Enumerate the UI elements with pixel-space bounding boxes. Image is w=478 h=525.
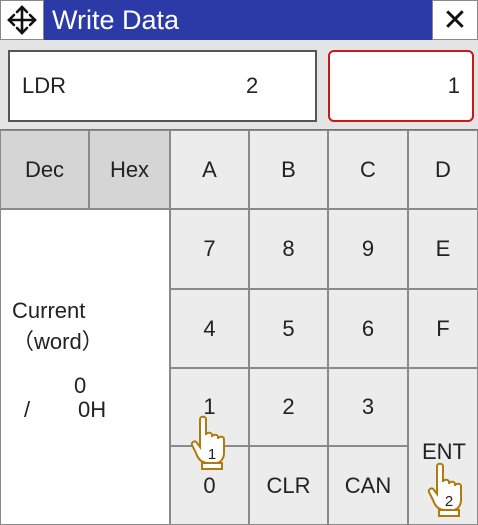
current-value: 0 xyxy=(74,373,87,398)
pointing-hand-icon: 1 xyxy=(190,415,225,470)
key-5[interactable]: 5 xyxy=(249,289,328,368)
pointing-hand-callout-1: 1 xyxy=(190,415,234,471)
key-d[interactable]: D xyxy=(408,130,478,209)
device-name: LDR xyxy=(22,73,67,98)
current-separator: / xyxy=(24,397,31,422)
window-title: Write Data xyxy=(52,5,180,35)
key-e[interactable]: E xyxy=(408,209,478,289)
key-b[interactable]: B xyxy=(249,130,328,209)
current-label: Current xyxy=(12,298,86,323)
device-number: 2 xyxy=(246,73,259,98)
value-text: 1 xyxy=(447,73,460,98)
pointing-hand-icon: 2 xyxy=(427,462,462,517)
move-button[interactable] xyxy=(0,0,44,40)
clear-key[interactable]: CLR xyxy=(249,446,328,525)
key-7[interactable]: 7 xyxy=(170,209,249,289)
dec-mode-button[interactable]: Dec xyxy=(0,130,89,209)
close-icon: ✕ xyxy=(442,3,468,37)
key-6[interactable]: 6 xyxy=(328,289,408,368)
key-4[interactable]: 4 xyxy=(170,289,249,368)
key-3[interactable]: 3 xyxy=(328,368,408,446)
cancel-key[interactable]: CAN xyxy=(328,446,408,525)
callout-step-2: 2 xyxy=(445,493,453,510)
key-c[interactable]: C xyxy=(328,130,408,209)
hex-mode-button[interactable]: Hex xyxy=(89,130,170,209)
key-2[interactable]: 2 xyxy=(249,368,328,446)
key-9[interactable]: 9 xyxy=(328,209,408,289)
key-8[interactable]: 8 xyxy=(249,209,328,289)
key-f[interactable]: F xyxy=(408,289,478,368)
move-arrows-icon xyxy=(7,5,37,35)
callout-step-1: 1 xyxy=(208,446,216,463)
current-unit: （word） xyxy=(12,329,104,354)
close-button[interactable]: ✕ xyxy=(432,0,478,40)
pointing-hand-callout-2: 2 xyxy=(427,462,471,518)
current-value-panel xyxy=(0,209,170,525)
current-hex-value: 0H xyxy=(78,397,107,422)
key-a[interactable]: A xyxy=(170,130,249,209)
